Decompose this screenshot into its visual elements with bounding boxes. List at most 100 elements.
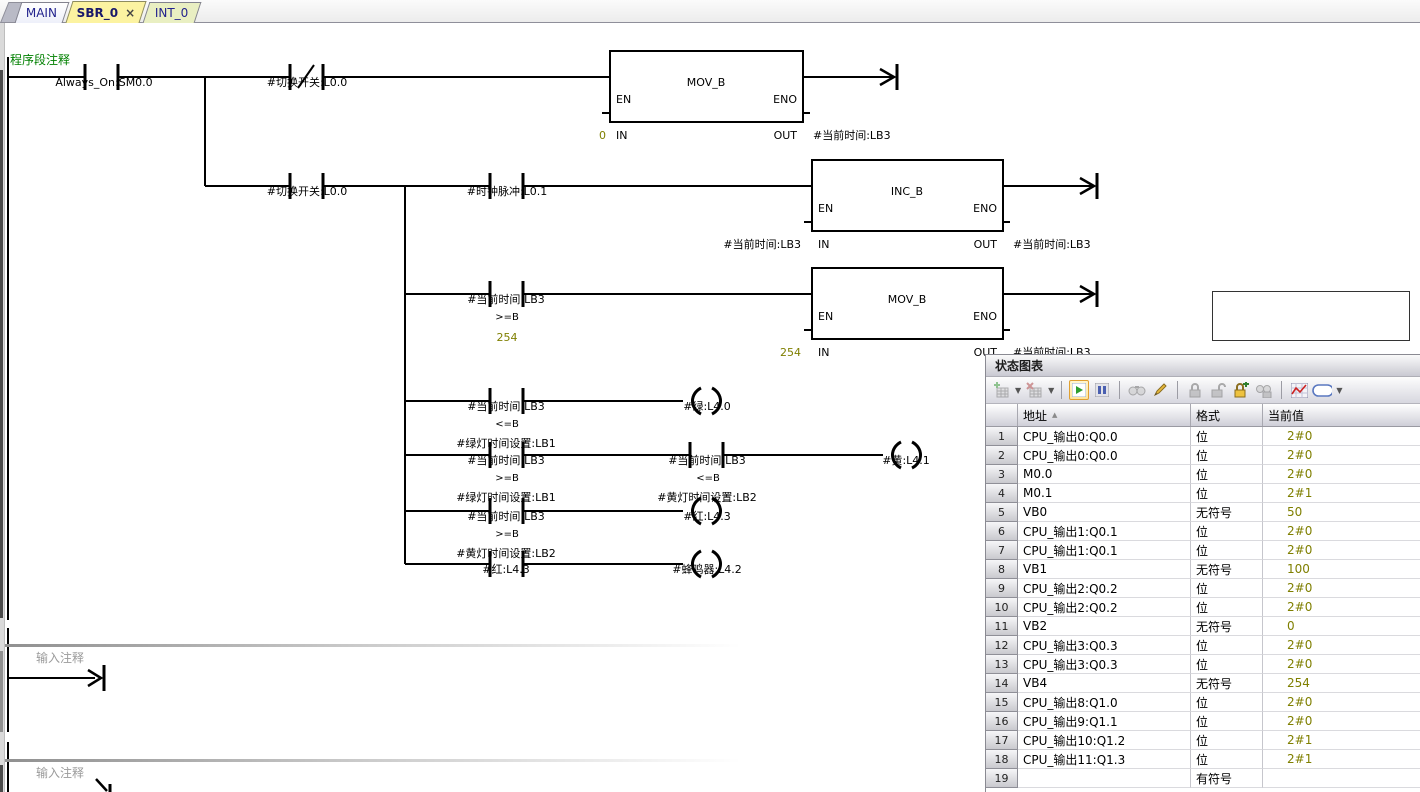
coil-yellow-operand[interactable]: #黄:L4.1: [882, 454, 930, 467]
format-cell[interactable]: 位: [1191, 731, 1263, 750]
row-number-cell[interactable]: 5: [986, 503, 1018, 522]
value-cell[interactable]: 2#0: [1263, 655, 1420, 674]
address-cell[interactable]: M0.0: [1018, 465, 1191, 484]
tab-int0[interactable]: INT_0: [143, 2, 202, 23]
value-cell[interactable]: 0: [1263, 617, 1420, 636]
box1-out-operand[interactable]: #当前时间:LB3: [813, 129, 891, 142]
input-comment-placeholder-1[interactable]: 输入注释: [36, 652, 84, 665]
address-cell[interactable]: CPU_输出11:Q1.3: [1018, 750, 1191, 769]
row-number-cell[interactable]: 8: [986, 560, 1018, 579]
coil-green-operand[interactable]: #绿:L4.0: [683, 400, 731, 413]
cmp-yellow2-top[interactable]: #当前时间:LB3: [668, 454, 746, 467]
pause-chart-icon[interactable]: [1092, 380, 1112, 400]
cmp-green-top[interactable]: #当前时间:LB3: [467, 400, 545, 413]
tag-icon[interactable]: [1312, 380, 1332, 400]
row-number-cell[interactable]: 11: [986, 617, 1018, 636]
format-cell[interactable]: 位: [1191, 465, 1263, 484]
value-cell[interactable]: 2#1: [1263, 750, 1420, 769]
format-cell[interactable]: 位: [1191, 712, 1263, 731]
box2-out-operand[interactable]: #当前时间:LB3: [1013, 238, 1091, 251]
cmp-yellow1-top[interactable]: #当前时间:LB3: [467, 454, 545, 467]
address-cell[interactable]: VB0: [1018, 503, 1191, 522]
address-cell[interactable]: CPU_输出2:Q0.2: [1018, 598, 1191, 617]
row-number-cell[interactable]: 10: [986, 598, 1018, 617]
header-address[interactable]: 地址▲: [1018, 404, 1191, 426]
value-cell[interactable]: 2#0: [1263, 541, 1420, 560]
address-cell[interactable]: M0.1: [1018, 484, 1191, 503]
delete-row-caret-icon[interactable]: ▼: [1048, 386, 1054, 395]
format-cell[interactable]: 无符号: [1191, 674, 1263, 693]
format-cell[interactable]: 位: [1191, 579, 1263, 598]
operand-switch-1[interactable]: #切换开关:L0.0: [267, 76, 348, 89]
input-comment-placeholder-2[interactable]: 输入注释: [36, 767, 84, 780]
value-cell[interactable]: 2#0: [1263, 693, 1420, 712]
format-cell[interactable]: 位: [1191, 750, 1263, 769]
tab-close-icon[interactable]: ×: [125, 6, 135, 20]
header-format[interactable]: 格式: [1191, 404, 1263, 426]
row-number-cell[interactable]: 9: [986, 579, 1018, 598]
format-cell[interactable]: 位: [1191, 522, 1263, 541]
row-number-cell[interactable]: 3: [986, 465, 1018, 484]
value-cell[interactable]: 2#0: [1263, 522, 1420, 541]
address-cell[interactable]: CPU_输出2:Q0.2: [1018, 579, 1191, 598]
network-comment[interactable]: 程序段注释: [10, 54, 70, 67]
unforce-icon[interactable]: [1208, 380, 1228, 400]
row-number-cell[interactable]: 13: [986, 655, 1018, 674]
box1-in-value[interactable]: 0: [599, 129, 606, 142]
insert-row-caret-icon[interactable]: ▼: [1015, 386, 1021, 395]
format-cell[interactable]: 有符号: [1191, 769, 1263, 788]
row-number-cell[interactable]: 12: [986, 636, 1018, 655]
address-cell[interactable]: [1018, 769, 1191, 788]
cmp-yellow2-bottom[interactable]: #黄灯时间设置:LB2: [657, 491, 757, 504]
coil-red-operand[interactable]: #红:L4.3: [683, 510, 731, 523]
row-number-cell[interactable]: 2: [986, 446, 1018, 465]
format-cell[interactable]: 位: [1191, 446, 1263, 465]
row-number-cell[interactable]: 17: [986, 731, 1018, 750]
tab-main[interactable]: MAIN: [15, 2, 70, 23]
tab-sbr0[interactable]: SBR_0×: [65, 1, 146, 23]
address-cell[interactable]: CPU_输出0:Q0.0: [1018, 446, 1191, 465]
box3-in-value[interactable]: 254: [780, 346, 801, 359]
cmp-green-bottom[interactable]: #绿灯时间设置:LB1: [456, 437, 556, 450]
delete-row-icon[interactable]: [1024, 380, 1044, 400]
operand-always-on[interactable]: Always_On:SM0.0: [55, 76, 152, 89]
read-forced-icon[interactable]: [1254, 380, 1274, 400]
cmp-red-top[interactable]: #当前时间:LB3: [467, 510, 545, 523]
empty-box-element[interactable]: [1212, 291, 1410, 341]
address-cell[interactable]: VB4: [1018, 674, 1191, 693]
row-number-cell[interactable]: 4: [986, 484, 1018, 503]
format-cell[interactable]: 位: [1191, 541, 1263, 560]
value-cell[interactable]: 2#0: [1263, 712, 1420, 731]
address-cell[interactable]: CPU_输出3:Q0.3: [1018, 636, 1191, 655]
address-cell[interactable]: VB2: [1018, 617, 1191, 636]
value-cell[interactable]: 2#0: [1263, 579, 1420, 598]
force-new-icon[interactable]: [1231, 380, 1251, 400]
address-cell[interactable]: VB1: [1018, 560, 1191, 579]
coil-buzzer-operand[interactable]: #蜂鸣器:L4.2: [672, 563, 742, 576]
format-cell[interactable]: 位: [1191, 484, 1263, 503]
format-cell[interactable]: 位: [1191, 655, 1263, 674]
value-cell[interactable]: 2#0: [1263, 427, 1420, 446]
tag-caret-icon[interactable]: ▼: [1336, 386, 1342, 395]
row-number-cell[interactable]: 19: [986, 769, 1018, 788]
format-cell[interactable]: 无符号: [1191, 560, 1263, 579]
format-cell[interactable]: 位: [1191, 598, 1263, 617]
value-cell[interactable]: 100: [1263, 560, 1420, 579]
trend-view-icon[interactable]: [1289, 380, 1309, 400]
row-number-cell[interactable]: 14: [986, 674, 1018, 693]
address-cell[interactable]: CPU_输出9:Q1.1: [1018, 712, 1191, 731]
insert-row-icon[interactable]: [991, 380, 1011, 400]
address-cell[interactable]: CPU_输出10:Q1.2: [1018, 731, 1191, 750]
value-cell[interactable]: 2#1: [1263, 731, 1420, 750]
format-cell[interactable]: 无符号: [1191, 617, 1263, 636]
force-icon[interactable]: [1185, 380, 1205, 400]
operand-switch-2[interactable]: #切换开关:L0.0: [267, 185, 348, 198]
address-cell[interactable]: CPU_输出8:Q1.0: [1018, 693, 1191, 712]
value-cell[interactable]: 2#0: [1263, 465, 1420, 484]
address-cell[interactable]: CPU_输出3:Q0.3: [1018, 655, 1191, 674]
contact-red-operand[interactable]: #红:L4.3: [482, 563, 530, 576]
chart-status-on-icon[interactable]: [1069, 380, 1089, 400]
row-number-cell[interactable]: 6: [986, 522, 1018, 541]
write-all-icon[interactable]: [1150, 380, 1170, 400]
format-cell[interactable]: 位: [1191, 427, 1263, 446]
